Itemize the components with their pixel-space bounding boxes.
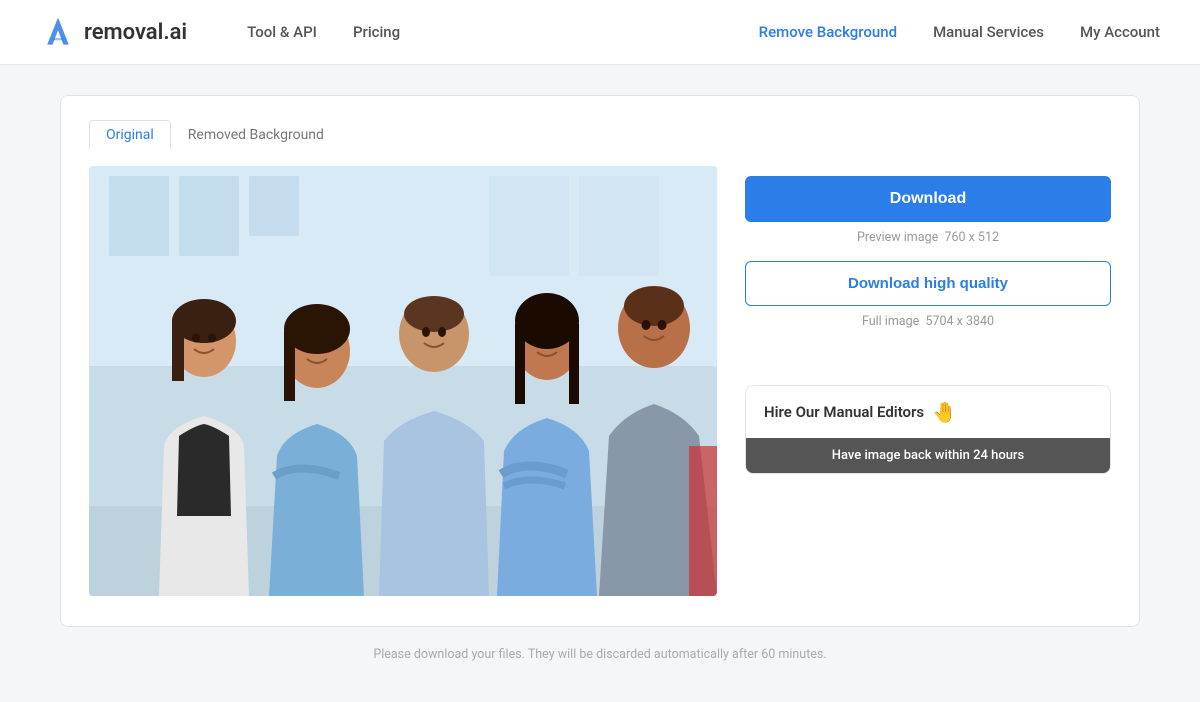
footer-note: Please download your files. They will be… xyxy=(60,647,1140,682)
download-button[interactable]: Download xyxy=(745,176,1111,222)
preview-size: 760 x 512 xyxy=(944,230,999,245)
image-tabs: Original Removed Background xyxy=(89,120,1111,150)
main-card: Original Removed Background xyxy=(60,95,1140,627)
nav-tool-api[interactable]: Tool & API xyxy=(247,23,317,41)
logo-text: removal.ai xyxy=(84,20,187,45)
manual-editors-top: Hire Our Manual Editors 🤚 xyxy=(746,386,1110,438)
nav-right: Remove Background Manual Services My Acc… xyxy=(759,23,1160,41)
header: removal.ai Tool & API Pricing Remove Bac… xyxy=(0,0,1200,65)
main-content: Original Removed Background xyxy=(0,65,1200,702)
preview-info: Preview image 760 x 512 xyxy=(745,230,1111,245)
right-panel: Download Preview image 760 x 512 Downloa… xyxy=(745,166,1111,474)
hand-wave-icon: 🤚 xyxy=(932,400,957,424)
nav-pricing[interactable]: Pricing xyxy=(353,23,400,41)
logo-link[interactable]: removal.ai xyxy=(40,14,187,50)
manual-editors-subtitle: Have image back within 24 hours xyxy=(746,438,1110,473)
logo-icon xyxy=(40,14,76,50)
full-label: Full image xyxy=(862,314,919,329)
content-area: Download Preview image 760 x 512 Downloa… xyxy=(89,166,1111,596)
manual-editors-card[interactable]: Hire Our Manual Editors 🤚 Have image bac… xyxy=(745,385,1111,474)
nav-left: Tool & API Pricing xyxy=(247,23,400,41)
download-hq-button[interactable]: Download high quality xyxy=(745,261,1111,306)
tab-original[interactable]: Original xyxy=(89,120,171,150)
people-image xyxy=(89,166,717,596)
image-preview xyxy=(89,166,717,596)
preview-label: Preview image xyxy=(857,230,938,245)
full-size: 5704 x 3840 xyxy=(925,314,994,329)
nav-my-account[interactable]: My Account xyxy=(1080,23,1160,41)
full-info: Full image 5704 x 3840 xyxy=(745,314,1111,329)
nav-manual-services[interactable]: Manual Services xyxy=(933,23,1044,41)
nav-remove-background[interactable]: Remove Background xyxy=(759,23,897,41)
manual-editors-title: Hire Our Manual Editors xyxy=(764,403,924,421)
tab-removed-background[interactable]: Removed Background xyxy=(171,120,341,150)
